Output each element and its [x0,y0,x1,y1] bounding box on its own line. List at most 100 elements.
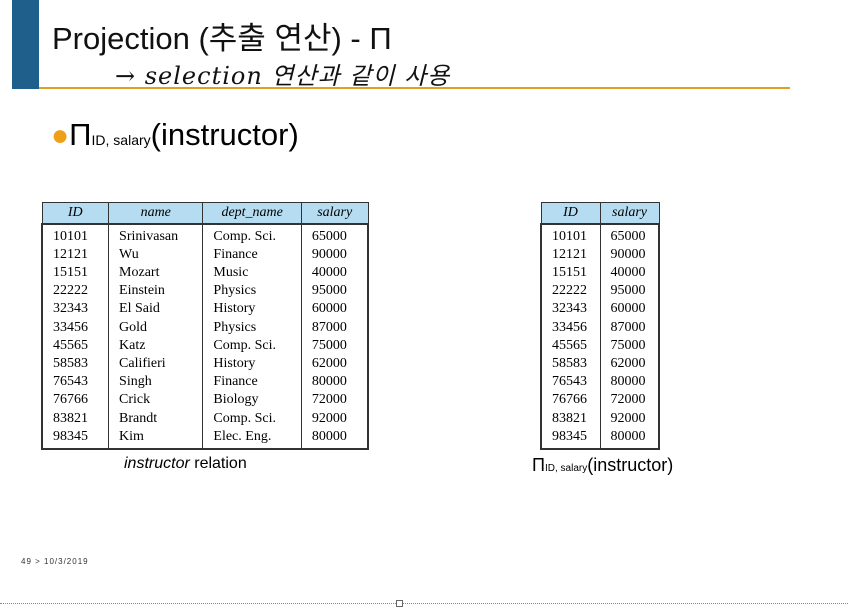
table-row: 45565 Katz Comp. Sci. 75000 [41,336,369,355]
table-row: 32343 60000 [540,300,660,319]
table-cell: 92000 [599,409,660,428]
instructor-table-body: 10101 Srinivasan Comp. Sci. 65000 12121 Wu Fin… [41,223,369,449]
projection-caption: ΠID, salary(instructor) [532,455,673,476]
table-cell: 62000 [599,354,660,374]
table-cell: Finance [202,245,302,264]
table-row: 83821 92000 [540,409,660,428]
table-cell: Physics [202,282,302,301]
table-row: 76766 72000 [540,391,660,410]
table-cell: 98345 [41,427,110,449]
table-cell: 65000 [300,223,369,246]
table-cell: Brandt [108,409,204,428]
bullet-subscript: ID, salary [91,132,151,148]
instructor-caption: instructor relation [124,455,247,473]
table-cell: Comp. Sci. [202,336,302,355]
table-cell: 33456 [41,318,110,337]
table-cell: 33456 [540,318,601,337]
table-row: 12121 Wu Finance 90000 [41,245,369,264]
table-row: 22222 95000 [540,282,660,301]
table-cell: 72000 [300,391,369,410]
table-cell: 95000 [300,282,369,301]
table-cell: 72000 [599,391,660,410]
table-cell: Califieri [108,354,204,374]
table-cell: 12121 [540,245,601,264]
table-cell: 98345 [540,427,601,449]
slide: Projection (추출 연산) - Π → selection 연산과 같… [0,0,848,611]
table-cell: 10101 [41,223,110,246]
table-row: 58583 Califieri History 62000 [41,354,369,374]
projection-table-body: 10101 65000 12121 90000 15151 40000 22222 95000… [540,223,660,449]
table-cell: 83821 [540,409,601,428]
table-cell: 76543 [540,373,601,392]
table-cell: Katz [108,336,204,355]
table-cell: Srinivasan [108,223,204,246]
table-row: 58583 62000 [540,354,660,374]
table-cell: Einstein [108,282,204,301]
table-cell: 32343 [540,300,601,319]
header-cell: salary [599,202,660,224]
table-cell: 45565 [41,336,110,355]
table-row: 98345 Kim Elec. Eng. 80000 [41,427,369,449]
table-cell: 80000 [300,427,369,449]
caption-argument: (instructor) [587,455,674,475]
table-cell: 95000 [599,282,660,301]
table-cell: 76766 [540,391,601,410]
table-cell: 10101 [540,223,601,246]
table-row: 33456 87000 [540,318,660,337]
table-cell: Mozart [108,263,204,283]
bullet-argument: (instructor) [150,117,299,152]
table-cell: Gold [108,318,204,337]
bullet-dot-icon: ● [51,119,70,152]
header-cell: ID [41,202,110,224]
table-row: 98345 80000 [540,427,660,449]
table-row: 76543 80000 [540,373,660,392]
caption-subscript: ID, salary [545,463,588,474]
table-cell: 90000 [599,245,660,264]
table-cell: 80000 [300,373,369,392]
bottom-dotted-line [0,603,848,604]
table-cell: El Said [108,300,204,319]
table-row: 10101 65000 [540,223,660,246]
resize-handle[interactable] [396,600,403,607]
table-row: 15151 Mozart Music 40000 [41,263,369,283]
table-cell: Elec. Eng. [202,427,302,449]
caption-rest: relation [189,455,247,472]
table-cell: 76766 [41,391,110,410]
slide-footer: 49 > 10/3/2019 [21,557,89,566]
bullet-expression: ●ΠID, salary(instructor) [51,116,299,159]
table-cell: 75000 [599,336,660,355]
table-cell: 80000 [599,427,660,449]
table-row: 45565 75000 [540,336,660,355]
table-cell: Crick [108,391,204,410]
slide-title: Projection (추출 연산) - Π [52,21,392,56]
header-cell: salary [300,202,369,224]
table-row: 32343 El Said History 60000 [41,300,369,319]
table-cell: 22222 [41,282,110,301]
title-underline [39,87,790,89]
table-cell: 22222 [540,282,601,301]
table-row: 12121 90000 [540,245,660,264]
table-cell: 62000 [300,354,369,374]
table-cell: Wu [108,245,204,264]
caption-pi-symbol: Π [532,455,545,475]
handwritten-note: → selection 연산과 같이 사용 [115,62,451,90]
table-cell: 75000 [300,336,369,355]
table-cell: 40000 [599,263,660,283]
table-cell: 58583 [540,354,601,374]
table-cell: 76543 [41,373,110,392]
projection-header-row: ID salary [540,202,660,224]
header-cell: dept_name [202,202,302,224]
table-cell: 92000 [300,409,369,428]
table-row: 33456 Gold Physics 87000 [41,318,369,337]
table-cell: 12121 [41,245,110,264]
table-cell: Biology [202,391,302,410]
table-cell: History [202,300,302,319]
projection-table: ID salary 10101 65000 12121 90000 15151 40000… [540,202,660,450]
table-row: 15151 40000 [540,263,660,283]
table-row: 10101 Srinivasan Comp. Sci. 65000 [41,223,369,246]
table-cell: Singh [108,373,204,392]
table-row: 22222 Einstein Physics 95000 [41,282,369,301]
table-cell: 87000 [300,318,369,337]
table-cell: Physics [202,318,302,337]
header-cell: ID [540,202,601,224]
